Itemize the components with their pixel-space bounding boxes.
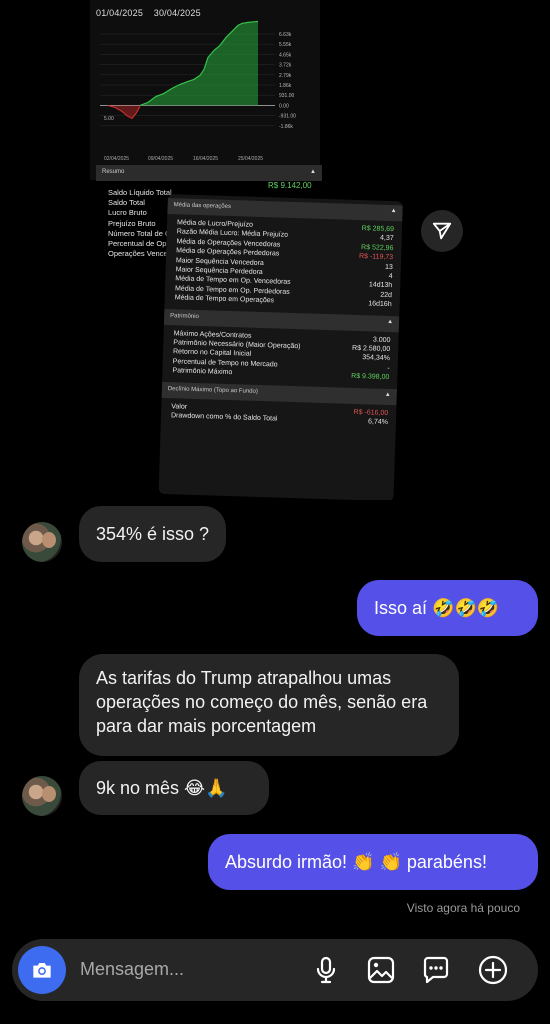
- message-text: Isso aí 🤣🤣🤣: [374, 598, 500, 618]
- sticker-button[interactable]: [420, 954, 452, 986]
- stat-value: 22d: [380, 291, 393, 299]
- message-composer: Mensagem...: [12, 939, 538, 1001]
- stat-value: 16d16h: [368, 300, 392, 309]
- y-tick-label: 5.55k: [279, 42, 292, 48]
- x-tick-label: 25/04/2025: [238, 156, 263, 162]
- camera-icon: [33, 962, 51, 978]
- camera-button[interactable]: [18, 946, 66, 994]
- stat-value: 354,34%: [362, 354, 391, 363]
- y-tick-label: 4.65k: [279, 52, 292, 58]
- resumo-header: Resumo ▲: [96, 165, 322, 181]
- equity-chart: 6.63k 5.55k 4.65k 3.72k 2.79k 1.86k 931.00 0.00…: [90, 0, 320, 180]
- collapse-icon: ▲: [387, 318, 394, 325]
- resumo-title: Resumo: [102, 169, 125, 175]
- media-title: Média das operações: [173, 202, 232, 210]
- message-text: As tarifas do Trump atrapalhou umas oper…: [96, 668, 428, 736]
- stat-value: 6,74%: [367, 418, 389, 427]
- avatar[interactable]: [22, 776, 62, 816]
- gallery-button[interactable]: [365, 954, 397, 986]
- stat-value: -: [387, 364, 390, 372]
- y-tick-label: 931.00: [279, 93, 295, 99]
- paper-plane-icon: [432, 222, 452, 240]
- patrimonio-title: Patrimônio: [170, 312, 199, 320]
- declinio-title: Declínio Máximo (Topo ao Fundo): [167, 385, 258, 395]
- gallery-icon: [367, 956, 395, 984]
- stats-card: Média das operações ▲ Média de Lucro/Pre…: [158, 194, 403, 500]
- microphone-icon: [316, 956, 336, 984]
- stat-label: Drawdown como % do Saldo Total: [170, 412, 278, 423]
- collapse-icon: ▲: [310, 169, 316, 175]
- stat-value: 4,37: [379, 235, 394, 243]
- collapse-icon: ▲: [384, 391, 391, 398]
- y-tick-label: 3.72k: [279, 63, 292, 69]
- y-tick-label: -1.86k: [279, 124, 293, 130]
- chart-start-label: 5.00: [104, 116, 114, 122]
- y-tick-label: 2.79k: [279, 73, 292, 79]
- stat-value: R$ -119,73: [358, 253, 394, 262]
- seen-status: Visto agora há pouco: [406, 901, 520, 915]
- stat-value: R$ 9.398,00: [351, 373, 390, 382]
- share-button[interactable]: [421, 210, 463, 252]
- message-bubble-outgoing[interactable]: Absurdo irmão! 👏 👏 parabéns!: [208, 834, 538, 890]
- collapse-icon: ▲: [390, 208, 397, 215]
- stat-value: 3.000: [372, 336, 391, 344]
- sticker-icon: [423, 956, 449, 984]
- y-tick-label: 0.00: [279, 103, 289, 109]
- stat-value: R$ 285,69: [361, 225, 395, 234]
- add-button[interactable]: [477, 954, 509, 986]
- avatar[interactable]: [22, 522, 62, 562]
- message-bubble-incoming[interactable]: As tarifas do Trump atrapalhou umas oper…: [79, 654, 459, 756]
- chart-date-start: 01/04/2025: [96, 8, 144, 18]
- media-rows: Média de Lucro/Prejuízo R$ 285,69 Razão Mé…: [165, 214, 403, 312]
- y-tick-label: 1.86k: [279, 83, 292, 89]
- y-tick-label: -931.00: [279, 114, 296, 120]
- stat-label: Patrimônio Máximo: [172, 367, 233, 377]
- stat-value: 14d13h: [368, 281, 393, 290]
- x-tick-label: 02/04/2025: [104, 156, 129, 162]
- message-text: 9k no mês 😂🙏: [96, 778, 228, 798]
- shared-screenshot[interactable]: 6.63k 5.55k 4.65k 3.72k 2.79k 1.86k 931.00 0.00…: [0, 0, 550, 500]
- message-bubble-outgoing[interactable]: Isso aí 🤣🤣🤣: [357, 580, 538, 636]
- stat-label: Média de Tempo em Operações: [174, 294, 275, 305]
- stat-value: R$ 2.580,00: [351, 344, 391, 354]
- x-tick-label: 16/04/2025: [193, 156, 218, 162]
- chart-date-end: 30/04/2025: [153, 8, 201, 18]
- stat-value: R$ -616,00: [353, 408, 389, 417]
- stat-value: 13: [384, 263, 393, 271]
- message-bubble-incoming[interactable]: 9k no mês 😂🙏: [79, 761, 269, 815]
- message-text: Absurdo irmão! 👏 👏 parabéns!: [225, 852, 487, 872]
- chart-date-range: 01/04/2025 30/04/2025: [96, 8, 209, 18]
- microphone-button[interactable]: [310, 954, 342, 986]
- plus-icon: [478, 955, 508, 985]
- patrimonio-rows: Máximo Ações/Contratos 3.000 Patrimônio Ne…: [162, 325, 399, 385]
- equity-chart-svg: 6.63k 5.55k 4.65k 3.72k 2.79k 1.86k 931.00 0.00…: [100, 20, 296, 162]
- stat-label: Valor: [171, 402, 188, 411]
- message-text: 354% é isso ?: [96, 524, 210, 544]
- message-input[interactable]: Mensagem...: [80, 959, 184, 980]
- x-tick-label: 09/04/2025: [148, 156, 173, 162]
- y-tick-label: 6.63k: [279, 32, 292, 38]
- stat-value: 4: [388, 273, 393, 281]
- message-bubble-incoming[interactable]: 354% é isso ?: [79, 506, 227, 562]
